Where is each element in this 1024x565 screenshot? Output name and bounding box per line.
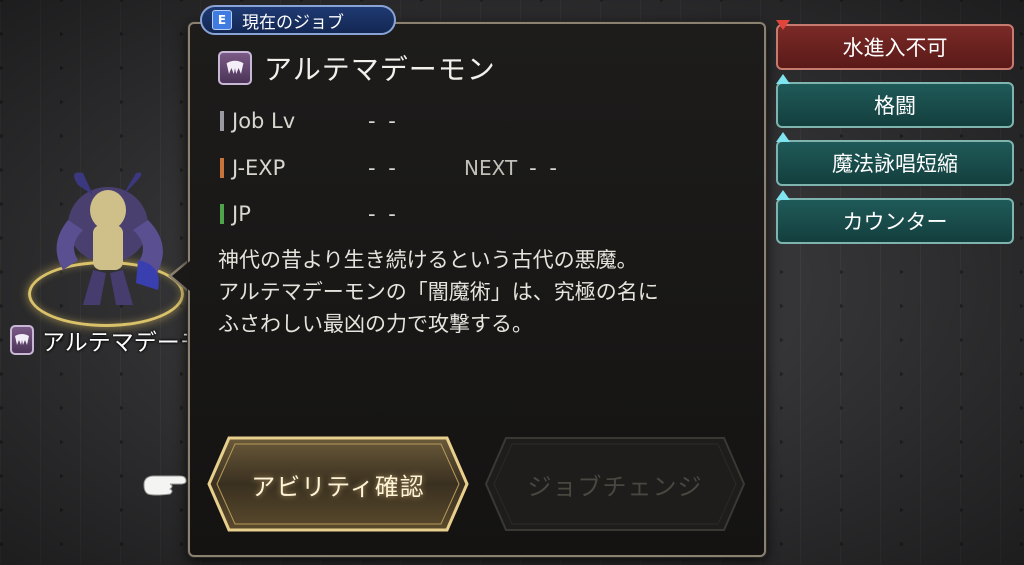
- stat-label: Job Lv: [232, 109, 296, 133]
- down-arrow-icon: [776, 20, 790, 30]
- tag-brawl: 格闘: [776, 74, 1014, 128]
- tag-quick-cast: 魔法詠唱短縮: [776, 132, 1014, 186]
- current-job-tab: E 現在のジョブ: [200, 5, 396, 35]
- next-label: NEXT: [464, 156, 518, 180]
- unit-name-plate: アルテマデーモン: [10, 322, 190, 358]
- current-job-label: 現在のジョブ: [242, 12, 344, 33]
- tag-counter: カウンター: [776, 190, 1014, 244]
- description-line: アルテマデーモンの「闇魔術」は、究極の名に: [218, 280, 659, 304]
- stat-label: J-EXP: [232, 156, 286, 180]
- equipped-badge: E: [212, 10, 232, 30]
- job-change-label: ジョブチェンジ: [527, 472, 703, 501]
- stat-bar: [220, 111, 224, 131]
- demon-sprite-icon: [56, 172, 163, 305]
- stat-row-j-exp: J-EXP ‐ ‐ NEXT ‐ ‐: [220, 154, 560, 182]
- job-title: アルテマデーモン: [218, 48, 496, 88]
- stat-row-job-lv: Job Lv ‐ ‐: [220, 107, 464, 135]
- stat-value: ‐ ‐: [368, 109, 399, 133]
- stat-label: JP: [232, 202, 251, 226]
- stat-row-jp: JP ‐ ‐: [220, 200, 464, 228]
- demon-fang-icon: [218, 51, 252, 85]
- tag-water-restricted: 水進入不可: [776, 20, 1014, 70]
- up-arrow-icon: [776, 190, 790, 200]
- pointing-hand-icon: [143, 475, 187, 496]
- ability-check-button[interactable]: アビリティ確認: [205, 434, 471, 534]
- tag-label: カウンター: [842, 210, 948, 234]
- tag-label: 魔法詠唱短縮: [832, 152, 958, 176]
- tag-label: 水進入不可: [842, 36, 948, 60]
- job-name: アルテマデーモン: [264, 53, 496, 86]
- up-arrow-icon: [776, 132, 790, 142]
- job-change-button[interactable]: ジョブチェンジ: [482, 434, 748, 534]
- unit-sprite[interactable]: [20, 165, 190, 335]
- next-value: ‐ ‐: [529, 156, 561, 180]
- panel-pointer-inner: [172, 261, 190, 291]
- demon-fang-icon: [10, 325, 34, 355]
- description-line: 神代の昔より生き続けるという古代の悪魔。: [218, 248, 638, 272]
- job-description: 神代の昔より生き続けるという古代の悪魔。 アルテマデーモンの「闇魔術」は、究極の…: [218, 244, 748, 340]
- tag-label: 格闘: [874, 94, 916, 118]
- stat-value: ‐ ‐: [368, 156, 399, 180]
- stat-bar: [220, 158, 224, 178]
- stat-value: ‐ ‐: [368, 202, 399, 226]
- ability-check-label: アビリティ確認: [251, 472, 425, 501]
- stat-bar: [220, 204, 224, 224]
- up-arrow-icon: [776, 74, 790, 84]
- description-line: ふさわしい最凶の力で攻撃する。: [218, 312, 533, 336]
- unit-name-label: アルテマデーモン: [42, 330, 190, 356]
